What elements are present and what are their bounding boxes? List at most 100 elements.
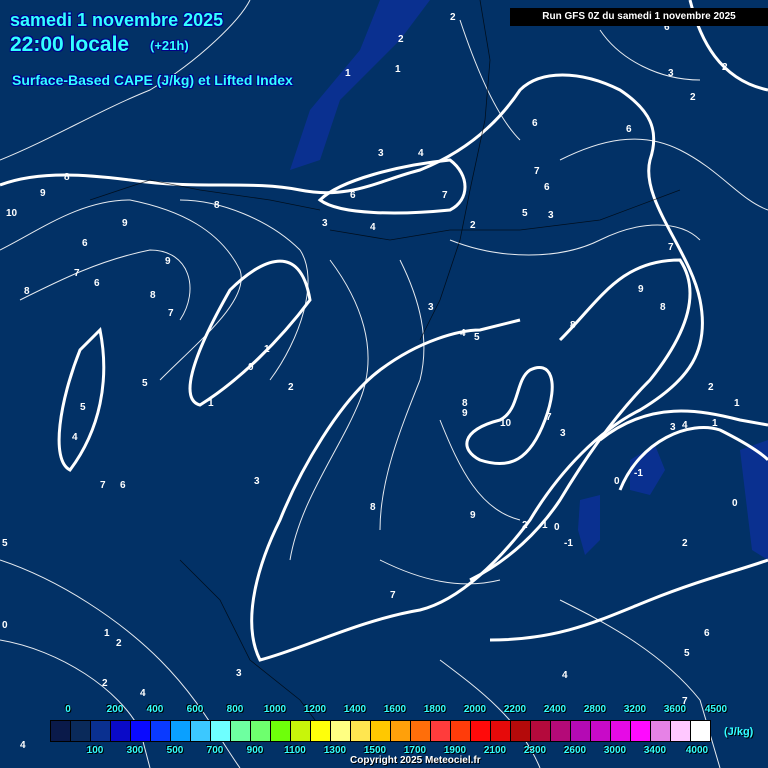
forecast-date: samedi 1 novembre 2025 <box>10 10 224 30</box>
svg-text:9: 9 <box>165 256 171 267</box>
legend-tick-label: 1800 <box>423 704 447 715</box>
svg-text:0: 0 <box>614 476 620 487</box>
svg-text:7: 7 <box>442 190 448 201</box>
legend-swatch <box>171 721 191 741</box>
svg-text:3: 3 <box>428 302 434 313</box>
legend-tick-label: 3000 <box>603 745 627 756</box>
svg-text:9: 9 <box>40 188 46 199</box>
legend-swatch <box>531 721 551 741</box>
legend-swatch <box>231 721 251 741</box>
legend-swatch <box>291 721 311 741</box>
legend-tick-label: 700 <box>206 745 224 756</box>
svg-text:5: 5 <box>80 402 86 413</box>
svg-text:2: 2 <box>722 62 728 73</box>
svg-text:7: 7 <box>668 242 674 253</box>
svg-text:6: 6 <box>350 190 356 201</box>
svg-text:4: 4 <box>418 148 424 159</box>
legend-tick-label: 3200 <box>623 704 647 715</box>
svg-text:2: 2 <box>102 678 108 689</box>
svg-text:2: 2 <box>690 92 696 103</box>
svg-text:7: 7 <box>534 166 540 177</box>
legend-swatch <box>311 721 331 741</box>
svg-text:1: 1 <box>264 344 270 355</box>
legend-swatch <box>451 721 471 741</box>
cape-map: 22 11 34 98 109 89 67 86 87 67 34 25 36 … <box>0 0 768 768</box>
legend-swatch <box>51 721 71 741</box>
legend-tick-label: 3600 <box>663 704 687 715</box>
legend-tick-label: 100 <box>86 745 104 756</box>
legend-swatch <box>111 721 131 741</box>
legend-tick-label: 900 <box>246 745 264 756</box>
legend-tick-label: 400 <box>146 704 164 715</box>
legend-swatch <box>271 721 291 741</box>
legend-swatch <box>131 721 151 741</box>
svg-text:8: 8 <box>214 200 220 211</box>
svg-text:8: 8 <box>660 302 666 313</box>
run-banner: Run GFS 0Z du samedi 1 novembre 2025 <box>510 8 768 26</box>
cape-thin-contours <box>0 0 768 768</box>
legend-tick-label: 2600 <box>563 745 587 756</box>
svg-text:5: 5 <box>474 332 480 343</box>
copyright: Copyright 2025 Meteociel.fr <box>350 755 481 766</box>
legend-swatch <box>471 721 491 741</box>
border-lines <box>89 0 681 741</box>
svg-text:7: 7 <box>100 480 106 491</box>
svg-text:5: 5 <box>522 208 528 219</box>
legend-swatch <box>411 721 431 741</box>
legend-tick-label: 2200 <box>503 704 527 715</box>
svg-text:5: 5 <box>142 378 148 389</box>
svg-text:3: 3 <box>322 218 328 229</box>
svg-text:6: 6 <box>704 628 710 639</box>
svg-text:-1: -1 <box>634 468 643 479</box>
svg-text:6: 6 <box>120 480 126 491</box>
svg-text:2: 2 <box>398 34 404 45</box>
svg-text:7: 7 <box>546 412 552 423</box>
legend-swatch <box>371 721 391 741</box>
svg-text:4: 4 <box>682 420 688 431</box>
svg-text:6: 6 <box>626 124 632 135</box>
svg-text:2: 2 <box>682 538 688 549</box>
svg-text:3: 3 <box>236 668 242 679</box>
legend-tick-label: 4500 <box>704 704 728 715</box>
svg-text:4: 4 <box>72 432 78 443</box>
svg-text:0: 0 <box>732 498 738 509</box>
svg-text:4: 4 <box>562 670 568 681</box>
legend-swatch <box>571 721 591 741</box>
legend-swatch <box>431 721 451 741</box>
color-legend <box>50 720 711 742</box>
legend-tick-label: 600 <box>186 704 204 715</box>
legend-tick-label: 1100 <box>284 745 306 756</box>
legend-swatch <box>631 721 651 741</box>
legend-swatch <box>391 721 411 741</box>
svg-text:2: 2 <box>450 12 456 23</box>
svg-text:1: 1 <box>734 398 740 409</box>
legend-tick-label: 1300 <box>323 745 347 756</box>
svg-text:4: 4 <box>370 222 376 233</box>
legend-swatch <box>211 721 231 741</box>
svg-text:8: 8 <box>64 172 70 183</box>
svg-text:0: 0 <box>2 620 8 631</box>
legend-swatch <box>591 721 611 741</box>
svg-text:2: 2 <box>522 520 528 531</box>
contour-value-labels: 22 11 34 98 109 89 67 86 87 67 34 25 36 … <box>2 12 740 751</box>
svg-text:6: 6 <box>532 118 538 129</box>
legend-tick-label: 0 <box>65 704 71 715</box>
svg-text:7: 7 <box>390 590 396 601</box>
svg-text:9: 9 <box>470 510 476 521</box>
legend-tick-label: 3400 <box>643 745 667 756</box>
legend-swatch <box>491 721 511 741</box>
svg-text:1: 1 <box>104 628 110 639</box>
forecast-time: 22:00 locale <box>10 33 130 56</box>
legend-swatch <box>511 721 531 741</box>
legend-tick-label: 1600 <box>383 704 407 715</box>
legend-tick-label: 2400 <box>543 704 567 715</box>
legend-tick-label: 200 <box>106 704 124 715</box>
svg-text:3: 3 <box>378 148 384 159</box>
legend-swatch <box>611 721 631 741</box>
legend-tick-label: 2800 <box>583 704 607 715</box>
svg-text:6: 6 <box>94 278 100 289</box>
svg-text:8: 8 <box>150 290 156 301</box>
svg-text:10: 10 <box>500 418 512 429</box>
legend-swatch <box>91 721 111 741</box>
svg-text:0: 0 <box>554 522 560 533</box>
